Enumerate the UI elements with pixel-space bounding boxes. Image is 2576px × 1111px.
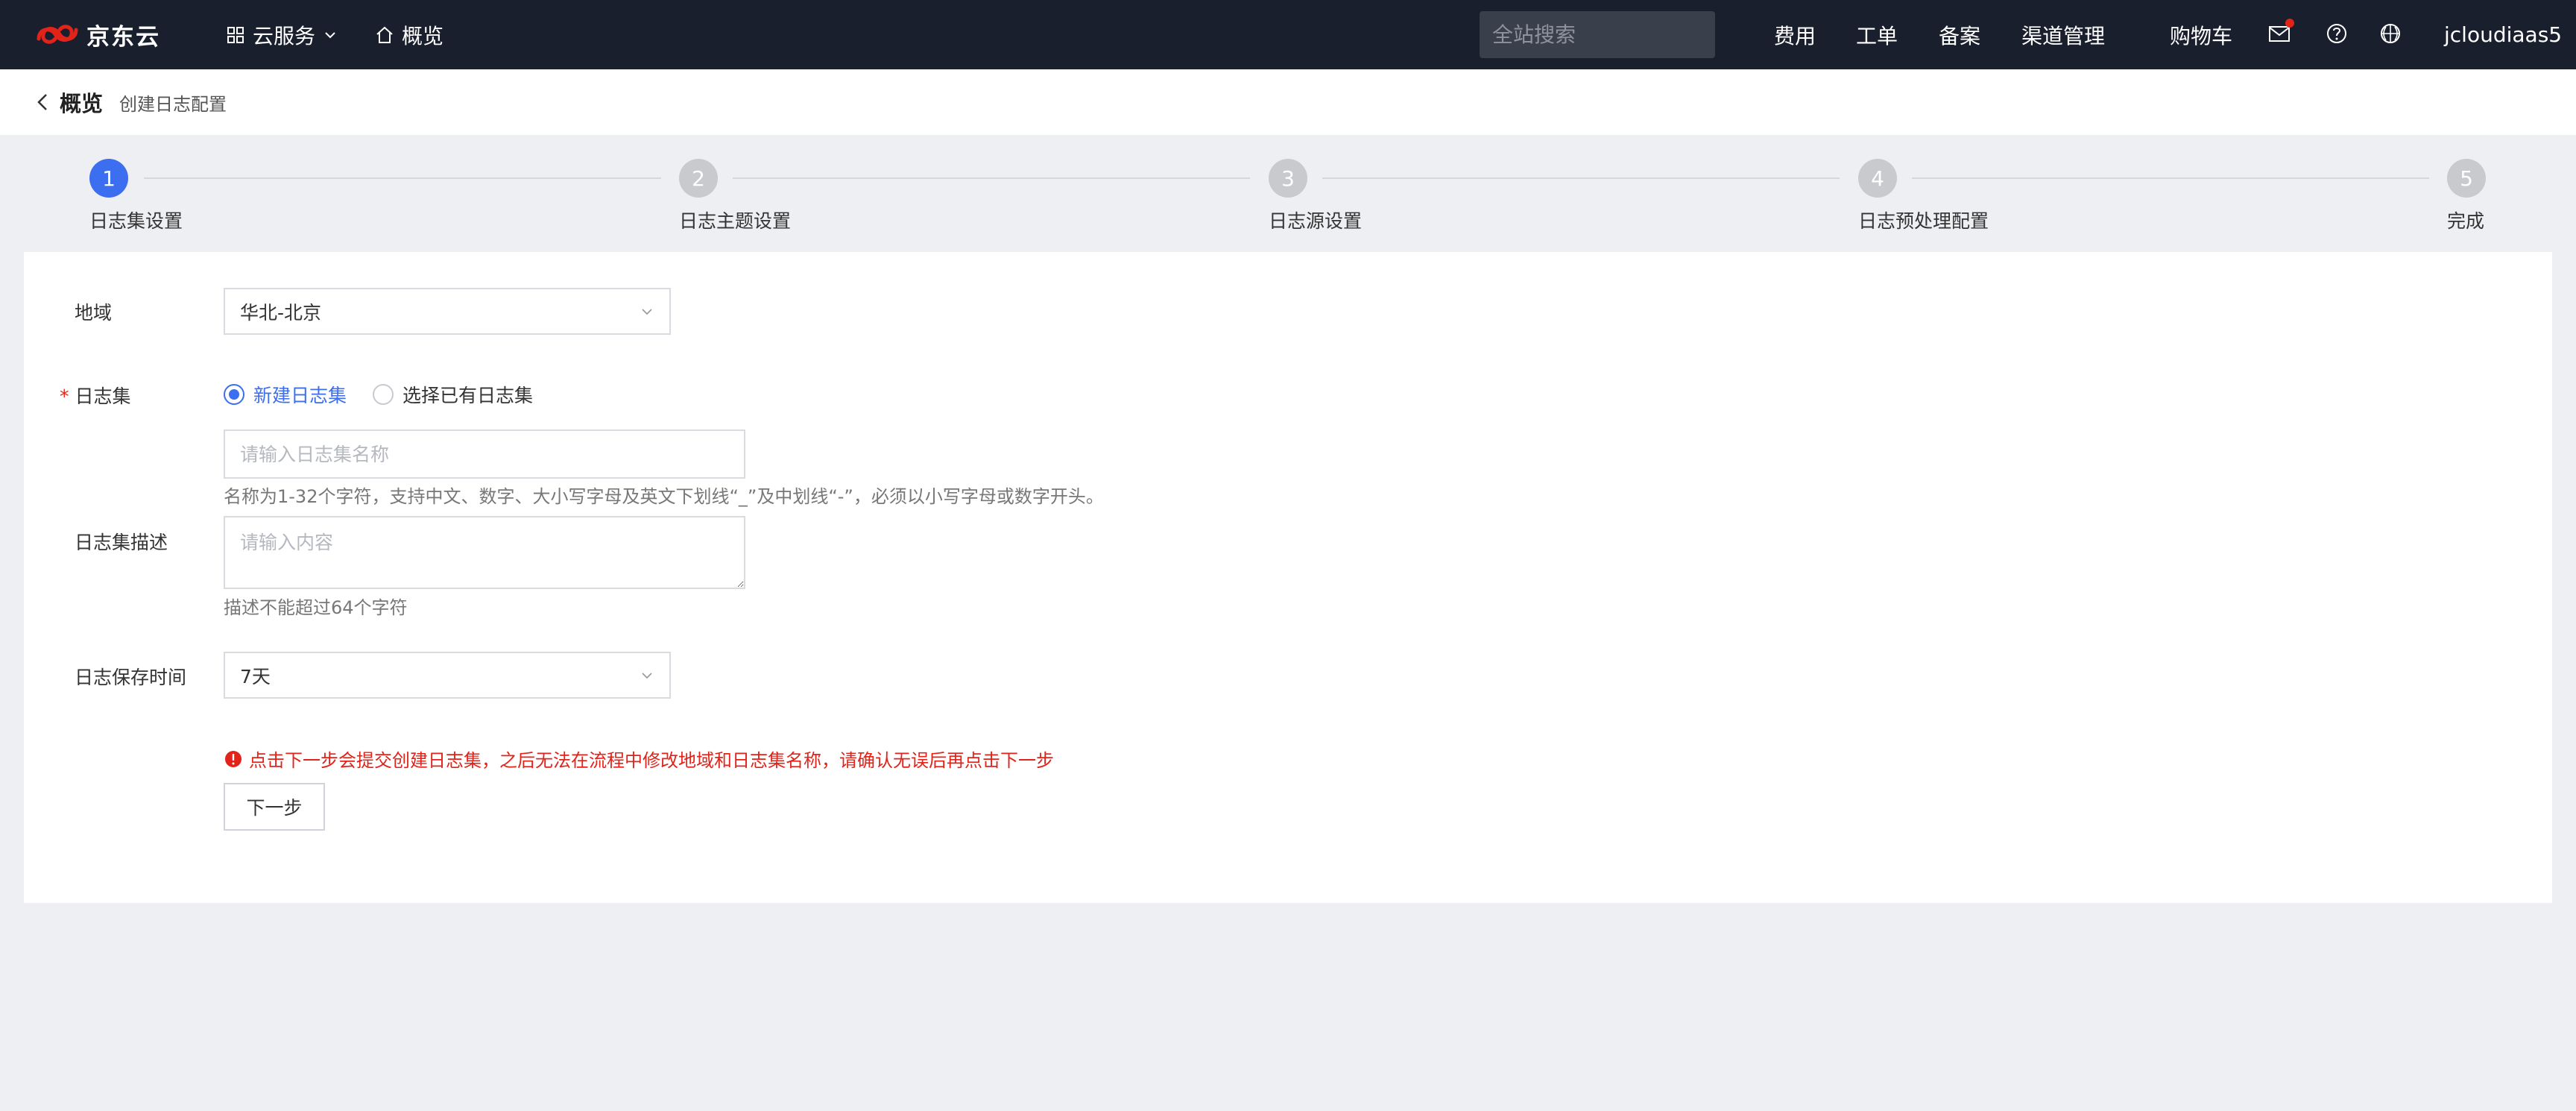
logset-form: 地域 华北-北京 * 日志集 新建日志集 选择已有日志集 名称为1-32个字符，支… [24, 252, 2552, 903]
grid-icon [227, 26, 244, 43]
logset-label: * 日志集 [60, 382, 131, 409]
step-2-label: 日志主题设置 [679, 210, 792, 232]
radio-existing-logset-label: 选择已有日志集 [402, 385, 534, 406]
step-5-indicator: 5 [2447, 159, 2486, 198]
language-button[interactable] [2378, 21, 2403, 46]
step-1-label: 日志集设置 [89, 210, 183, 232]
submit-warning: 点击下一步会提交创建日志集，之后无法在流程中修改地域和日志集名称，请确认无误后再… [224, 746, 1054, 772]
region-label: 地域 [75, 302, 113, 324]
nav-cart[interactable]: 购物车 [2170, 0, 2232, 69]
cloud-services-menu[interactable]: 云服务 [226, 0, 338, 69]
language-icon [2381, 24, 2400, 43]
description-label: 日志集描述 [75, 532, 168, 553]
search-input[interactable] [1480, 22, 1752, 47]
logset-label-text: 日志集 [75, 385, 131, 407]
submit-warning-text: 点击下一步会提交创建日志集，之后无法在流程中修改地域和日志集名称，请确认无误后再… [249, 750, 1054, 771]
nav-channel-management[interactable]: 渠道管理 [2021, 0, 2105, 69]
description-hint: 描述不能超过64个字符 [224, 597, 408, 618]
home-icon [376, 26, 393, 43]
region-select[interactable]: 华北-北京 [224, 288, 671, 335]
step-3-indicator: 3 [1269, 159, 1307, 198]
mail-button[interactable] [2267, 19, 2294, 46]
page-title: 创建日志配置 [119, 93, 227, 115]
overview-label: 概览 [402, 23, 444, 48]
retention-select[interactable]: 7天 [224, 652, 671, 699]
radio-circle [224, 384, 244, 405]
breadcrumb-parent[interactable]: 概览 [60, 69, 103, 135]
next-step-button[interactable]: 下一步 [224, 783, 325, 831]
nav-tickets[interactable]: 工单 [1856, 0, 1898, 69]
jdcloud-logo-icon [37, 25, 78, 44]
radio-new-logset[interactable]: 新建日志集 [224, 381, 347, 408]
step-5-label: 完成 [2447, 210, 2485, 232]
step-connector [1322, 177, 1840, 179]
wizard-steps: 1 2 3 4 5 日志集设置 日志主题设置 日志源设置 日志预处理配置 完成 [0, 135, 2576, 252]
logset-name-input[interactable] [224, 429, 745, 479]
region-value: 华北-北京 [240, 301, 322, 324]
chevron-down-icon [642, 673, 652, 679]
step-connector [1912, 177, 2429, 179]
retention-value: 7天 [240, 665, 271, 687]
help-button[interactable] [2324, 21, 2349, 46]
nav-filing[interactable]: 备案 [1939, 0, 1980, 69]
step-4-label: 日志预处理配置 [1858, 210, 1989, 232]
radio-existing-logset[interactable]: 选择已有日志集 [373, 381, 533, 408]
step-3-label: 日志源设置 [1269, 210, 1363, 232]
chevron-down-icon [325, 31, 335, 38]
jdcloud-logo[interactable]: 京东云 [34, 16, 160, 52]
breadcrumb: 概览 创建日志配置 [0, 69, 2576, 135]
step-connector [733, 177, 1250, 179]
retention-label: 日志保存时间 [75, 667, 187, 688]
description-textarea[interactable] [224, 516, 745, 589]
overview-link[interactable]: 概览 [375, 0, 443, 69]
global-search [1480, 11, 1752, 58]
step-4-indicator: 4 [1858, 159, 1897, 198]
radio-circle [373, 384, 394, 405]
step-2-indicator: 2 [679, 159, 718, 198]
nav-billing[interactable]: 费用 [1774, 0, 1816, 69]
brand-name: 京东云 [86, 23, 160, 51]
back-arrow-icon[interactable] [30, 89, 57, 116]
cloud-services-label: 云服务 [253, 23, 316, 48]
unread-dot [2285, 19, 2294, 28]
help-icon [2327, 24, 2346, 43]
chevron-down-icon [642, 309, 652, 315]
warning-icon [225, 750, 242, 767]
user-account[interactable]: jcloudiaas5 [2444, 0, 2562, 69]
radio-new-logset-label: 新建日志集 [253, 385, 347, 406]
logset-name-hint: 名称为1-32个字符，支持中文、数字、大小写字母及英文下划线“_”及中划线“-”… [224, 486, 1104, 507]
required-mark: * [60, 385, 69, 407]
step-1-indicator: 1 [89, 159, 128, 198]
top-navigation-bar: 京东云 云服务 概览 费用 工单 备案 渠道管理 购物车 [0, 0, 2576, 69]
step-connector [144, 177, 661, 179]
